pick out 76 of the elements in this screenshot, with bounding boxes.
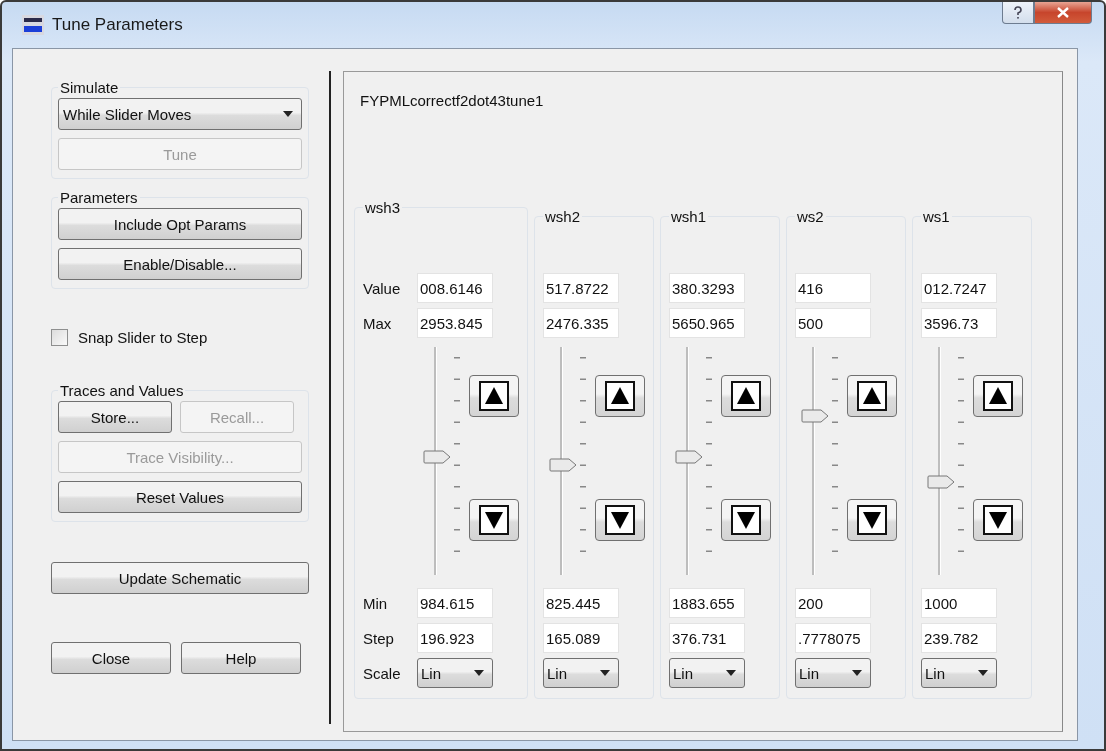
min-field[interactable]: 200 — [795, 588, 871, 618]
value-field[interactable]: 380.3293 — [669, 273, 745, 303]
caret-icon — [852, 670, 862, 676]
scale-dropdown[interactable]: Lin — [543, 658, 619, 688]
parameter-name: wsh3 — [364, 199, 402, 216]
parameter-name: wsh2 — [544, 208, 582, 225]
footer-button[interactable]: Close — [51, 642, 171, 674]
decrement-button[interactable] — [721, 499, 771, 541]
caret-icon — [474, 670, 484, 676]
decrement-button[interactable] — [973, 499, 1023, 541]
slider-thumb[interactable] — [675, 449, 703, 464]
min-field[interactable]: 984.615 — [417, 588, 493, 618]
checkbox[interactable] — [51, 329, 68, 346]
max-field[interactable]: 2953.845 — [417, 308, 493, 338]
window-title: Tune Parameters — [52, 15, 183, 35]
parameter-name: ws2 — [796, 208, 825, 225]
app-logo-icon — [22, 15, 44, 35]
parameter-name: ws1 — [922, 208, 951, 225]
step-field[interactable]: 239.782 — [921, 623, 997, 653]
help-icon — [1013, 5, 1023, 20]
simulate-dropdown[interactable]: While Slider Moves — [58, 98, 302, 130]
row-label: Min — [363, 594, 389, 612]
scale-dropdown[interactable]: Lin — [921, 658, 997, 688]
panel-title: FYPMLcorrectf2dot43tune1 — [360, 92, 545, 109]
footer-button[interactable]: Help — [181, 642, 301, 674]
row-label: Step — [363, 629, 395, 647]
row-label: Scale — [363, 664, 402, 682]
scale-dropdown[interactable]: Lin — [669, 658, 745, 688]
slider-thumb[interactable] — [927, 475, 955, 490]
decrement-button[interactable] — [847, 499, 897, 541]
slider-thumb[interactable] — [801, 409, 829, 424]
max-field[interactable]: 5650.965 — [669, 308, 745, 338]
checkbox-label: Snap Slider to Step — [78, 329, 208, 346]
slider-thumb[interactable] — [549, 458, 577, 473]
caret-icon — [600, 670, 610, 676]
scale-dropdown[interactable]: Lin — [795, 658, 871, 688]
step-field[interactable]: 165.089 — [543, 623, 619, 653]
caret-icon — [978, 670, 988, 676]
action-button[interactable]: Store... — [58, 401, 172, 433]
parameter-name: wsh1 — [670, 208, 708, 225]
action-button[interactable]: Include Opt Params — [58, 208, 302, 240]
step-field[interactable]: 196.923 — [417, 623, 493, 653]
slider-thumb[interactable] — [423, 449, 451, 464]
caret-icon — [726, 670, 736, 676]
value-field[interactable]: 008.6146 — [417, 273, 493, 303]
decrement-button[interactable] — [595, 499, 645, 541]
close-button[interactable] — [1034, 2, 1092, 24]
update-schematic-button[interactable]: Update Schematic — [51, 562, 309, 594]
increment-button[interactable] — [973, 375, 1023, 417]
min-field[interactable]: 825.445 — [543, 588, 619, 618]
increment-button[interactable] — [847, 375, 897, 417]
group-label: Simulate — [59, 79, 120, 96]
group-label: Parameters — [59, 189, 139, 206]
row-label: Max — [363, 314, 393, 332]
value-field[interactable]: 416 — [795, 273, 871, 303]
caret-icon — [283, 111, 293, 117]
scale-dropdown[interactable]: Lin — [417, 658, 493, 688]
help-button[interactable] — [1002, 2, 1034, 24]
max-field[interactable]: 2476.335 — [543, 308, 619, 338]
increment-button[interactable] — [469, 375, 519, 417]
action-button[interactable]: Enable/Disable... — [58, 248, 302, 280]
step-field[interactable]: .7778075 — [795, 623, 871, 653]
value-field[interactable]: 517.8722 — [543, 273, 619, 303]
row-label: Value — [363, 279, 402, 297]
decrement-button[interactable] — [469, 499, 519, 541]
increment-button[interactable] — [595, 375, 645, 417]
max-field[interactable]: 500 — [795, 308, 871, 338]
group-label: Traces and Values — [59, 382, 185, 399]
close-icon — [1057, 7, 1069, 18]
action-button[interactable]: Reset Values — [58, 481, 302, 513]
increment-button[interactable] — [721, 375, 771, 417]
min-field[interactable]: 1000 — [921, 588, 997, 618]
step-field[interactable]: 376.731 — [669, 623, 745, 653]
min-field[interactable]: 1883.655 — [669, 588, 745, 618]
value-field[interactable]: 012.7247 — [921, 273, 997, 303]
max-field[interactable]: 3596.73 — [921, 308, 997, 338]
